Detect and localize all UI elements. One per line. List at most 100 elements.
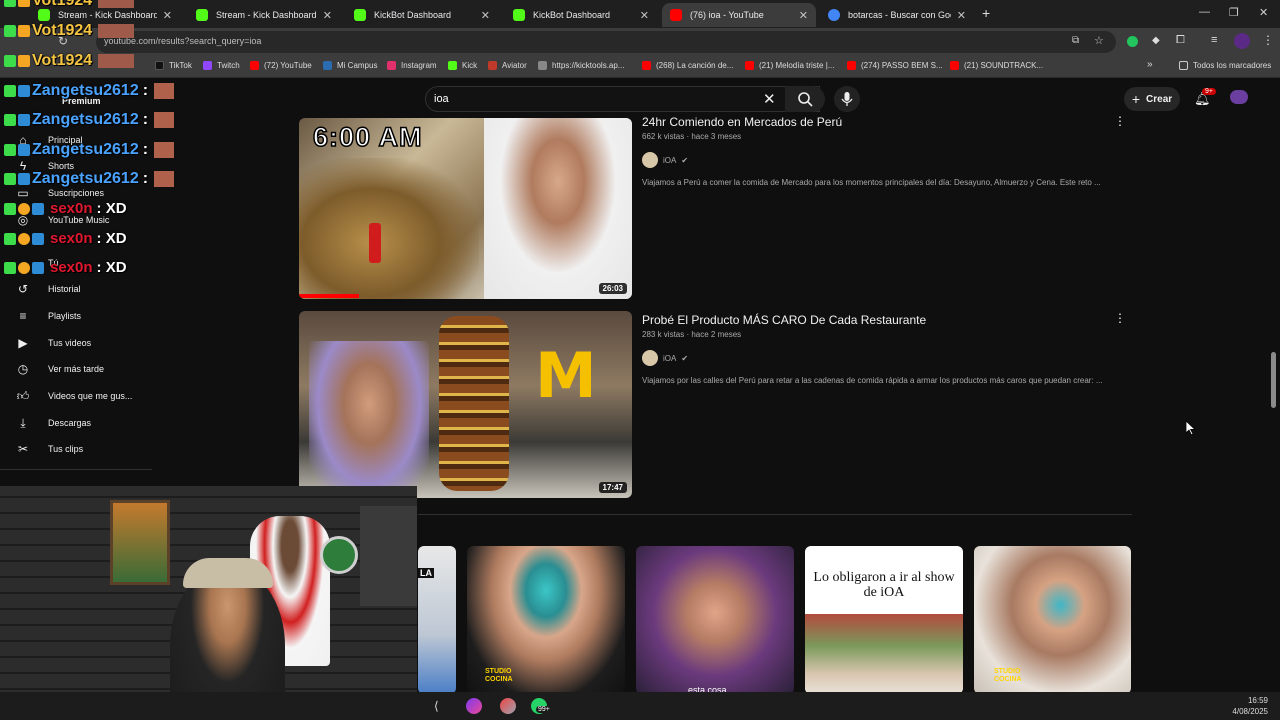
short-thumbnail[interactable]: esta cosa [636, 546, 794, 694]
close-icon[interactable]: ✕ [957, 9, 966, 22]
tab-title: (76) ioa - YouTube [690, 10, 764, 20]
close-icon[interactable]: ✕ [481, 9, 490, 22]
extension-green-icon[interactable] [1127, 36, 1138, 47]
puzzle-icon[interactable]: ⧠ [1176, 34, 1185, 47]
bookmark-aviator[interactable]: Aviator [488, 61, 527, 70]
bookmark-melodia[interactable]: (21) Melodía triste |... [745, 61, 834, 70]
bookmark-instagram[interactable]: Instagram [387, 61, 437, 70]
apps-icon [538, 61, 547, 70]
tab-kickbot-1[interactable]: KickBot Dashboard ✕ [346, 3, 498, 27]
chrome-icon[interactable] [500, 698, 516, 714]
sidebar-item-your-videos[interactable]: ▶ Tus videos [16, 336, 91, 350]
bookmark-soundtrack[interactable]: (21) SOUNDTRACK... [950, 61, 1043, 70]
video-title[interactable]: Probé El Producto MÁS CARO De Cada Resta… [642, 313, 926, 327]
chat-message: sex0n : XD [4, 259, 127, 276]
search-button[interactable] [785, 86, 825, 112]
sidebar-item-downloads[interactable]: ⤓ Descargas [16, 416, 91, 430]
install-icon[interactable]: ⧉ [1072, 35, 1079, 46]
playlist-icon: ≡ [19, 309, 27, 323]
omnibox[interactable]: youtube.com/results?search_query=ioa [96, 31, 1116, 53]
close-icon[interactable]: ✕ [640, 9, 649, 22]
short-thumbnail[interactable]: STUDIO COCINA [974, 546, 1131, 694]
create-button[interactable]: + Crear [1124, 87, 1180, 111]
bookmark-label: Todos los marcadores [1193, 61, 1272, 70]
tab-stream-kick-2[interactable]: Stream - Kick Dashboard ✕ [188, 3, 340, 27]
channel-avatar [642, 350, 658, 366]
close-window-icon[interactable]: ✕ [1259, 6, 1268, 19]
short-caption: STUDIO COCINA [994, 668, 1022, 683]
sidebar-item-watch-later[interactable]: ◷ Ver más tarde [16, 362, 104, 376]
media-icon[interactable]: ≡ [1211, 34, 1217, 46]
bookmark-twitch[interactable]: Twitch [203, 61, 240, 70]
sidebar-item-liked[interactable]: 👍︎ Videos que me gus... [16, 388, 133, 403]
tab-google[interactable]: botarcas - Buscar con Google ✕ [820, 3, 974, 27]
bookmark-label: Kick [462, 61, 478, 70]
video-description: Viajamos a Perú a comer la comida de Mer… [642, 178, 1101, 187]
clear-search-icon[interactable]: ✕ [763, 90, 776, 108]
like-icon: 👍︎ [16, 388, 30, 403]
scrollbar-thumb[interactable] [1271, 352, 1276, 408]
new-tab-icon[interactable]: + [982, 5, 990, 21]
sidebar-item-clips[interactable]: ✂ Tus clips [16, 442, 83, 456]
bookmark-label: https://kicktools.ap... [552, 61, 625, 70]
app-icon[interactable]: ⟨ [434, 699, 439, 713]
channel-link[interactable]: iOA ✔ [642, 152, 688, 168]
video-duration: 17:47 [598, 482, 627, 493]
bookmark-cancion[interactable]: (268) La canción de... [642, 61, 733, 70]
close-icon[interactable]: ✕ [323, 9, 332, 22]
close-icon[interactable]: ✕ [799, 9, 808, 22]
channel-link[interactable]: iOA ✔ [642, 350, 688, 366]
search-box[interactable]: ioa [425, 86, 820, 112]
tab-kickbot-2[interactable]: KickBot Dashboard ✕ [505, 3, 657, 27]
chat-username: Vot1924 [32, 52, 93, 69]
chevron-right-icon[interactable]: » [1147, 59, 1153, 70]
chat-text: : [142, 82, 149, 99]
short-caption: LA [418, 568, 434, 578]
badge-icon [4, 25, 16, 37]
download-icon: ⤓ [20, 415, 26, 430]
sidebar-item-subscriptions[interactable]: ▭ Suscripciones [16, 186, 104, 200]
sidebar-item-playlists[interactable]: ≡ Playlists [16, 309, 81, 323]
section-divider [418, 514, 1132, 515]
clock-time: 16:59 [1247, 696, 1268, 705]
app-icon[interactable] [466, 698, 482, 714]
youtube-icon [847, 61, 856, 70]
search-input[interactable]: ioa [434, 93, 449, 105]
short-thumbnail[interactable]: Lo obligaron a ir al show de iOA [805, 546, 963, 694]
more-options-icon[interactable]: ⋮ [1114, 311, 1126, 325]
sidebar-divider [0, 469, 152, 470]
video-title[interactable]: 24hr Comiendo en Mercados de Perú [642, 115, 842, 129]
bookmark-star-icon[interactable]: ☆ [1094, 34, 1104, 47]
short-thumbnail[interactable]: LA [418, 546, 456, 694]
minimize-icon[interactable]: — [1199, 6, 1210, 18]
close-icon[interactable]: ✕ [163, 9, 172, 22]
bookmark-mi-campus[interactable]: Mi Campus [323, 61, 377, 70]
avatar[interactable] [1230, 90, 1248, 104]
emote-icon [98, 54, 135, 68]
sidebar-item-history[interactable]: ↺ Historial [16, 282, 81, 296]
chat-message: Zangetsu2612 : [4, 82, 175, 100]
video-thumbnail[interactable]: 6:00 AM 26:03 [299, 118, 632, 299]
profile-avatar[interactable] [1234, 33, 1250, 49]
twitch-icon [203, 61, 212, 70]
short-thumbnail[interactable]: STUDIO COCINA [467, 546, 625, 694]
history-icon: ↺ [17, 282, 29, 296]
tab-title: KickBot Dashboard [533, 10, 611, 20]
restore-icon[interactable]: ❐ [1229, 6, 1239, 19]
extension-icon[interactable]: ◆ [1152, 35, 1160, 46]
address-bar: ↻ youtube.com/results?search_query=ioa ⧉… [0, 28, 1280, 56]
more-options-icon[interactable]: ⋮ [1114, 114, 1126, 128]
menu-dots-icon[interactable]: ⋮ [1262, 33, 1274, 47]
scissors-icon: ✂ [17, 442, 29, 456]
badge-icon [32, 232, 44, 245]
bookmark-kicktools[interactable]: https://kicktools.ap... [538, 61, 624, 70]
voice-search-button[interactable] [834, 86, 860, 112]
bookmark-passo[interactable]: (274) PASSO BEM S... [847, 61, 943, 70]
tab-youtube[interactable]: (76) ioa - YouTube ✕ [662, 3, 816, 27]
bookmark-kick[interactable]: Kick [448, 61, 477, 70]
all-bookmarks[interactable]: Todos los marcadores [1179, 61, 1271, 70]
create-label: Crear [1146, 93, 1173, 105]
bookmark-tiktok[interactable]: TikTok [155, 61, 192, 70]
bookmark-youtube[interactable]: (72) YouTube [250, 61, 312, 70]
video-thumbnail[interactable]: M 17:47 [299, 311, 632, 498]
